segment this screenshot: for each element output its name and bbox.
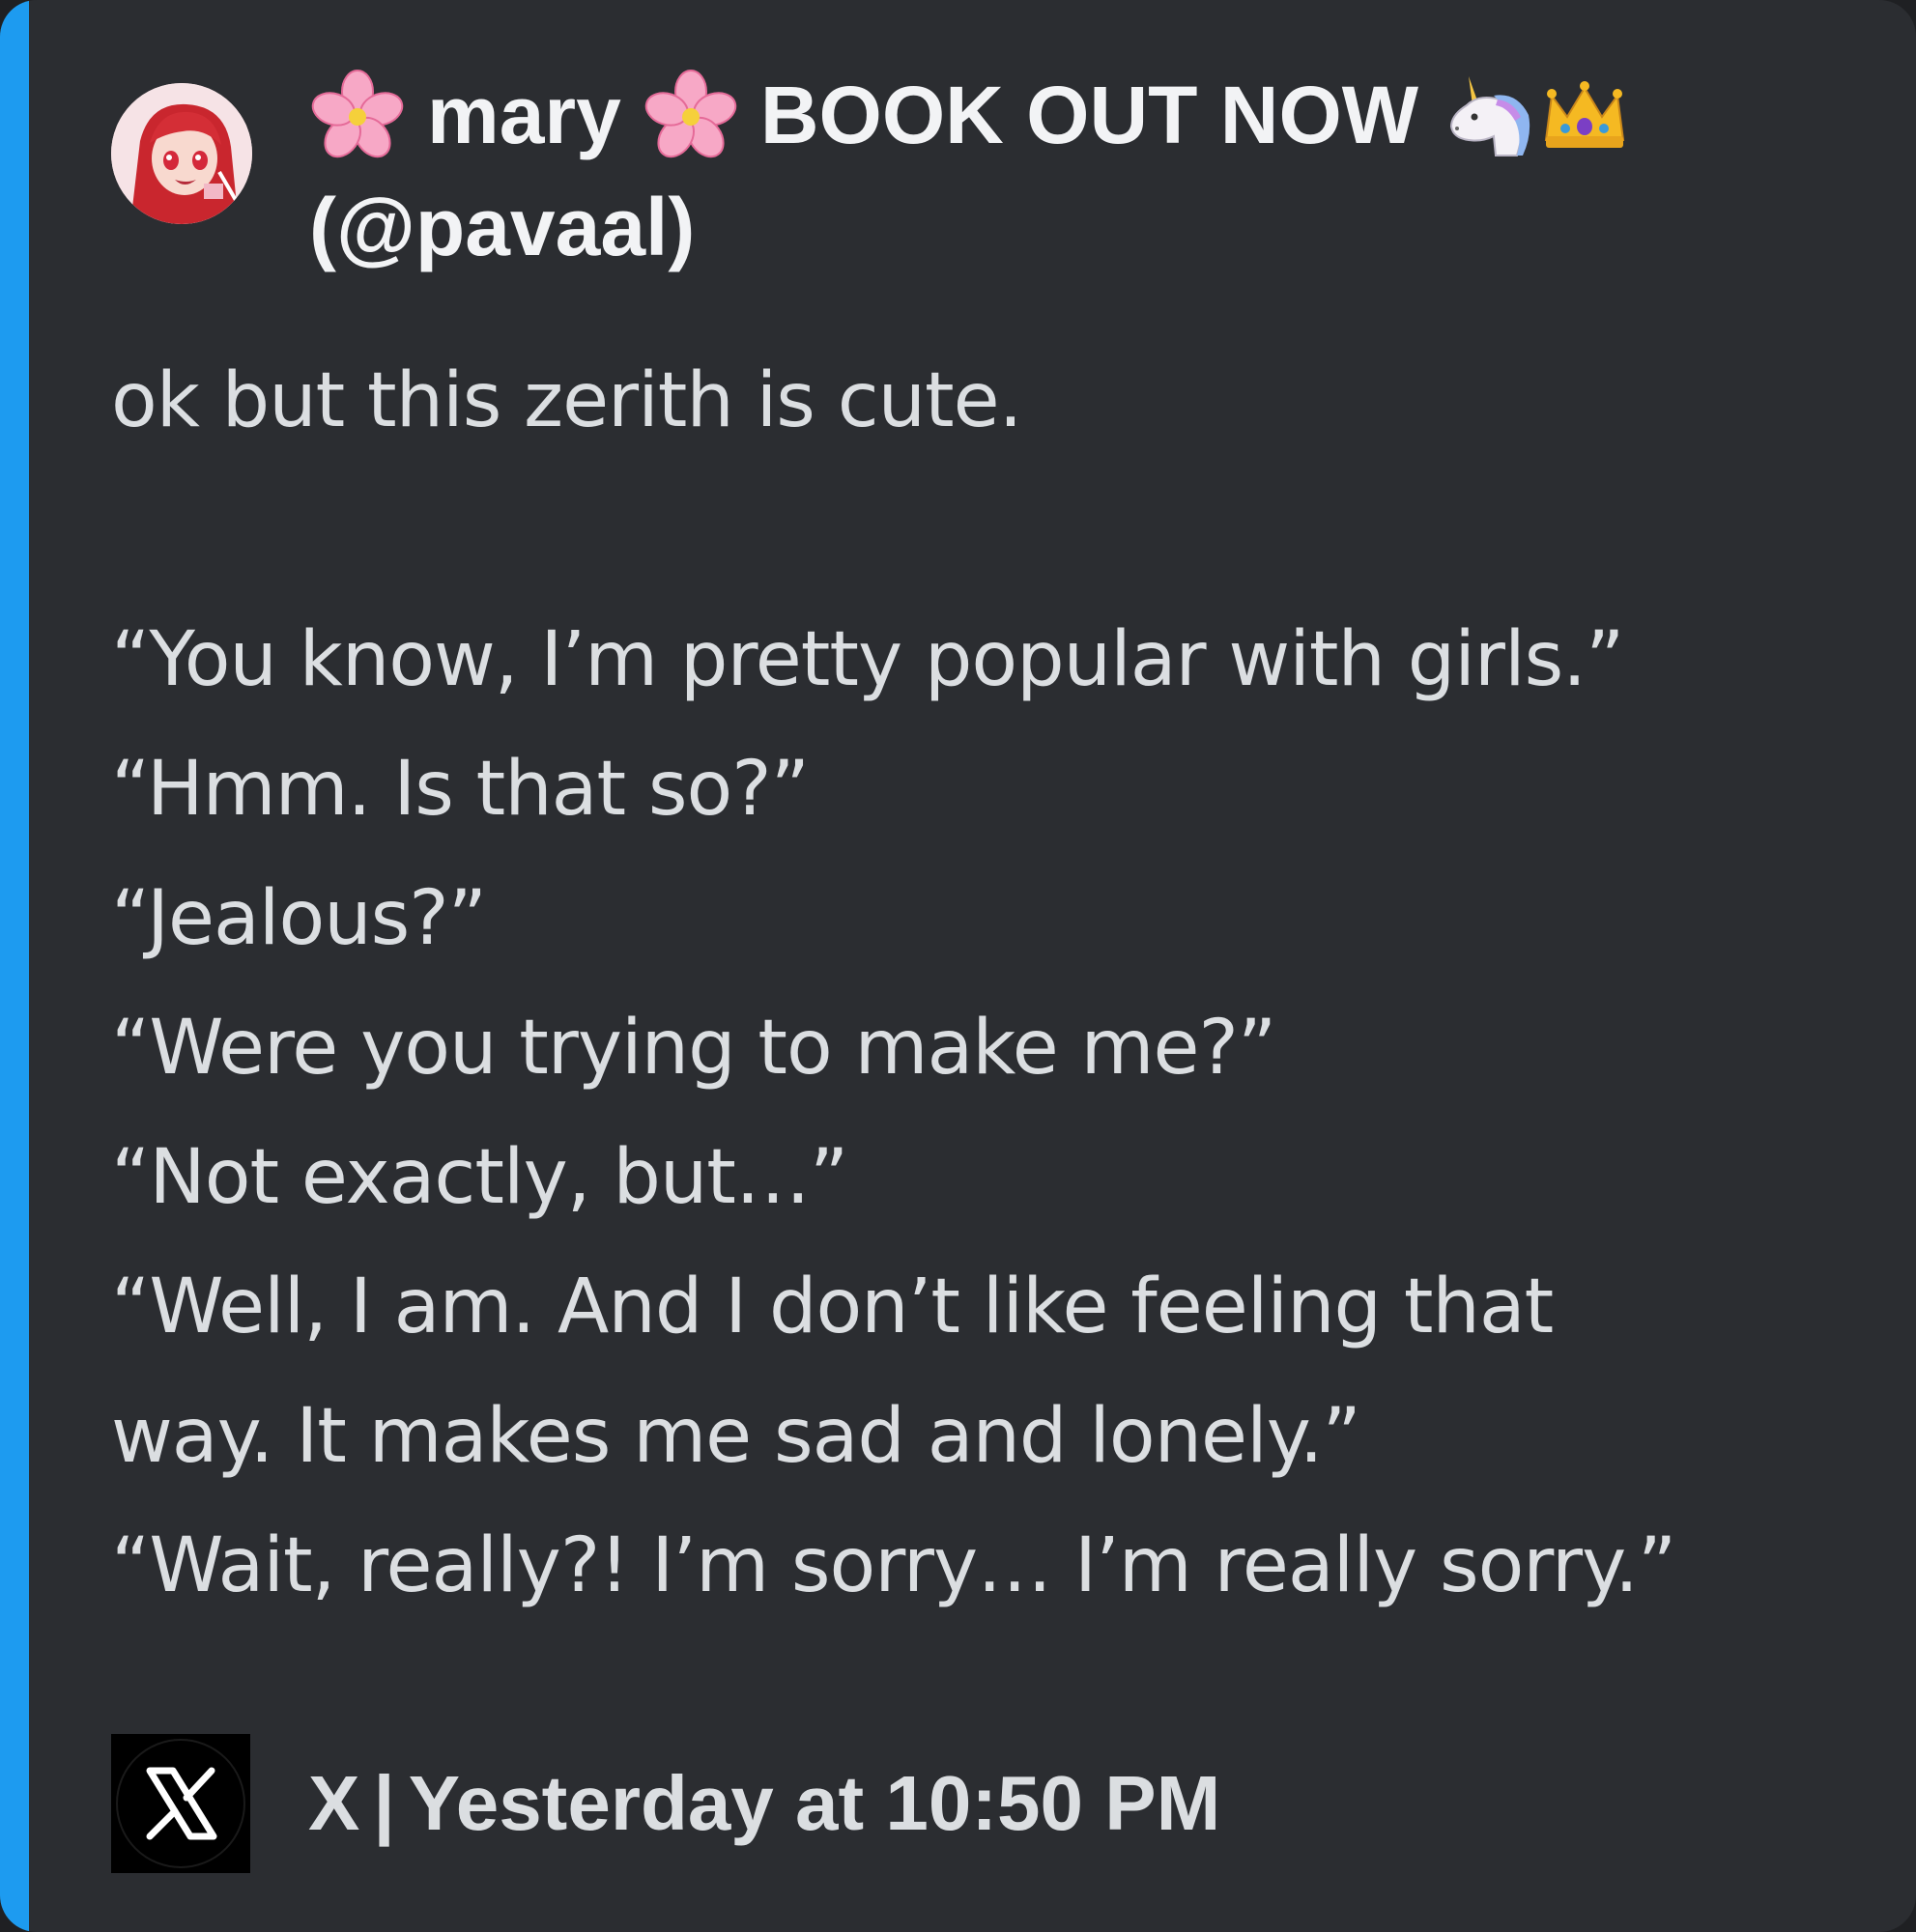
tweet-line: “Well, I am. And I don’t like feeling th…: [111, 1264, 1554, 1350]
tweet-line: “Hmm. Is that so?”: [111, 746, 810, 833]
author-handle[interactable]: (@pavaal): [309, 170, 695, 284]
anime-avatar-icon: [111, 83, 252, 224]
footer-separator: |: [373, 1760, 395, 1846]
tweet-text: ok but this zerith is cute. “You know, I…: [111, 336, 1870, 1631]
footer-timestamp[interactable]: Yesterday at 10:50 PM: [409, 1760, 1220, 1846]
tweet-line: “You know, I’m pretty popular with girls…: [111, 616, 1624, 703]
cherry-blossom-icon: [644, 70, 737, 158]
unicorn-icon: [1450, 76, 1530, 156]
embed-author: mary BOOK OUT NOW (@pavaal): [111, 70, 1850, 272]
embed-footer: X | Yesterday at 10:50 PM: [111, 1734, 1220, 1873]
author-book-text: BOOK OUT NOW: [759, 70, 1419, 160]
tweet-line: “Were you trying to make me?”: [111, 1005, 1276, 1092]
tweet-embed: mary BOOK OUT NOW (@pavaal) ok but this …: [0, 0, 1916, 1932]
author-name[interactable]: mary BOOK OUT NOW: [309, 58, 1633, 172]
cherry-blossom-icon: [311, 70, 404, 158]
author-avatar[interactable]: [111, 83, 252, 224]
footer-provider: X: [308, 1760, 360, 1846]
tweet-line: ok but this zerith is cute.: [111, 357, 1022, 444]
tweet-line: way. It makes me sad and lonely.”: [111, 1393, 1361, 1480]
footer-text: X | Yesterday at 10:50 PM: [308, 1759, 1220, 1848]
embed-accent-bar: [0, 0, 29, 1932]
tweet-line: “Not exactly, but…”: [111, 1134, 848, 1221]
author-name-text: mary: [427, 70, 621, 160]
tweet-line: “Wait, really?! I’m sorry… I’m really so…: [111, 1522, 1676, 1609]
x-logo-icon: [116, 1739, 245, 1868]
footer-icon-box: [111, 1734, 250, 1873]
crown-icon: [1544, 81, 1625, 148]
tweet-line: “Jealous?”: [111, 875, 487, 962]
